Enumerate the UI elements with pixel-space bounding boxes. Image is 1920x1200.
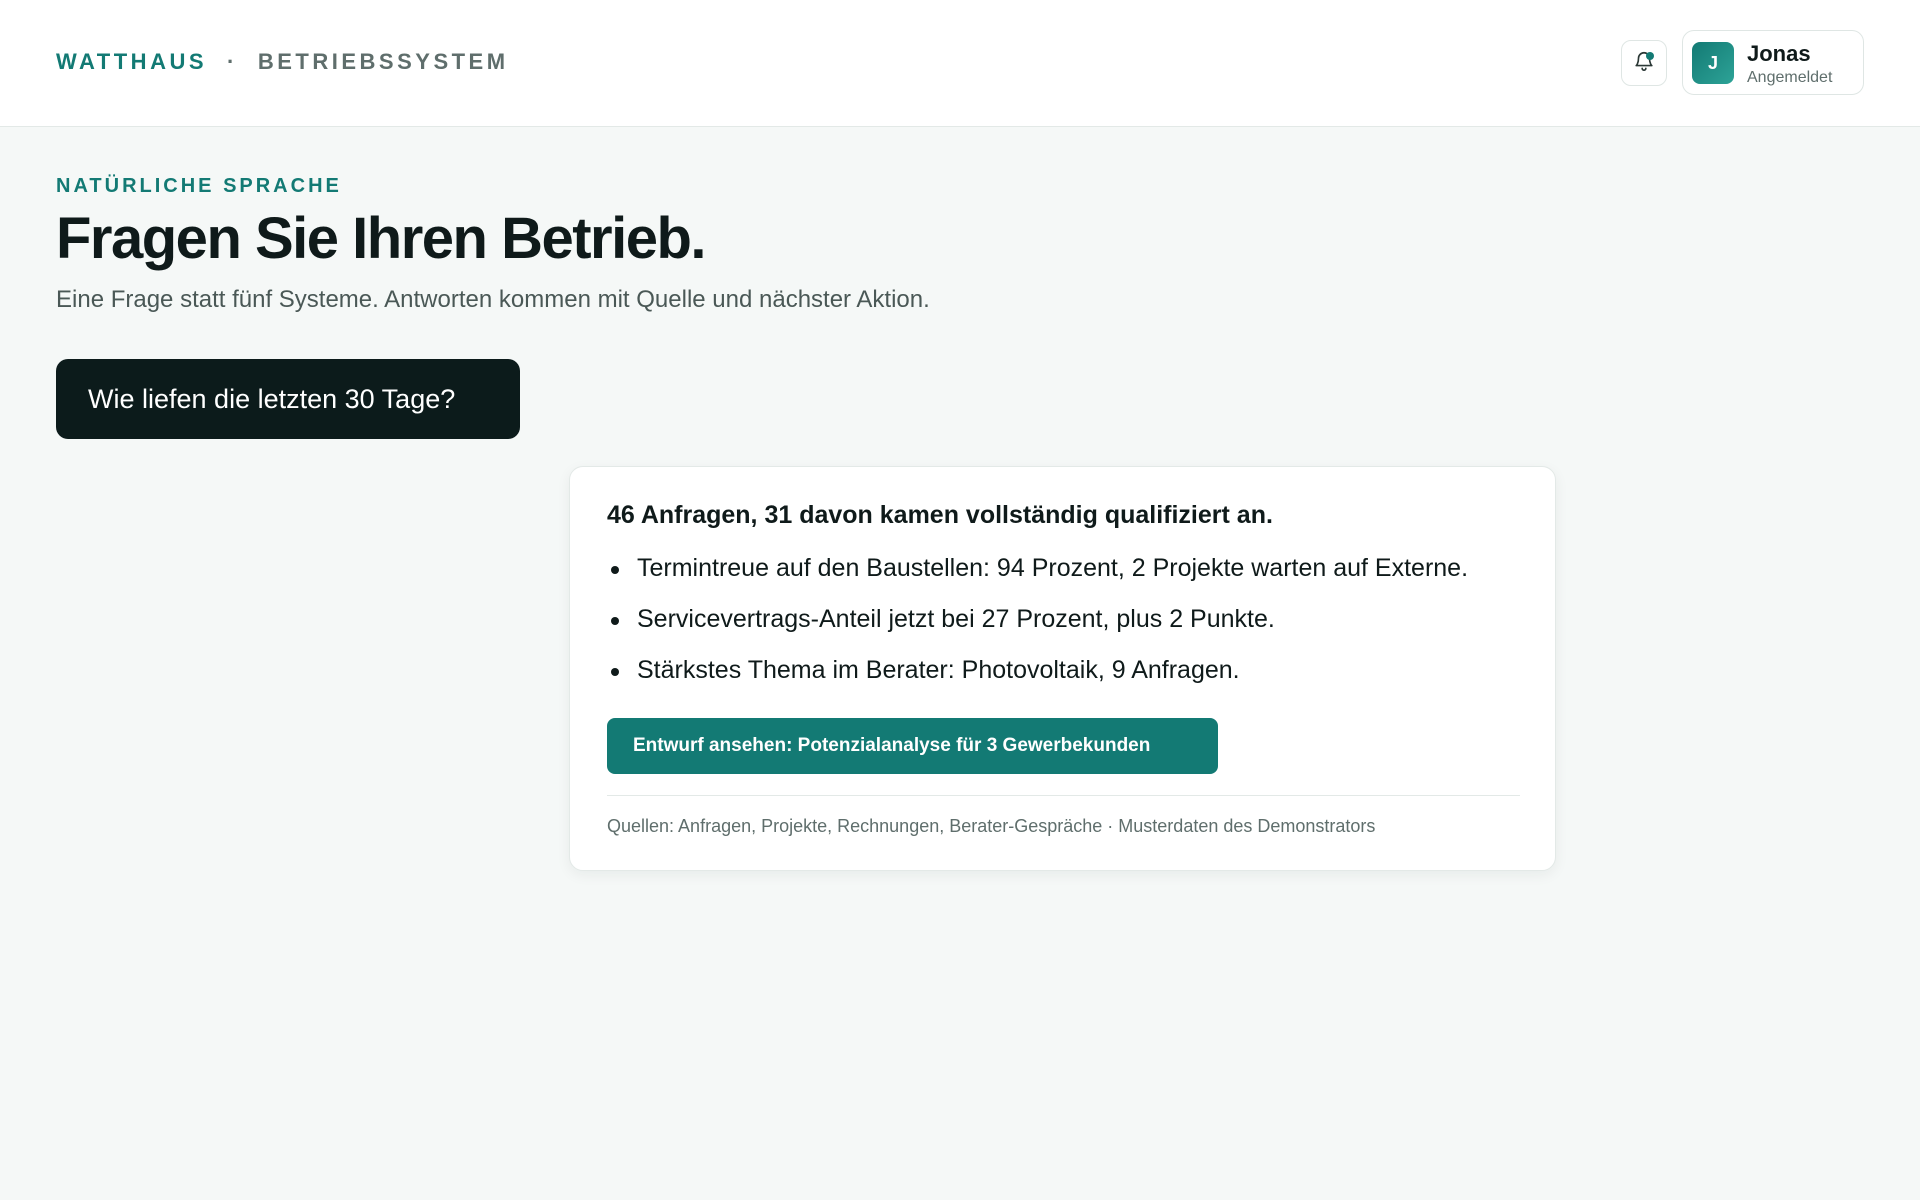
page-subtitle: Eine Frage statt fünf Systeme. Antworten… xyxy=(56,286,930,313)
notification-indicator xyxy=(1646,52,1654,60)
list-item: Stärkstes Thema im Berater: Photovoltaik… xyxy=(607,656,1468,707)
list-item: Termintreue auf den Baustellen: 94 Proze… xyxy=(607,554,1468,605)
brand-system-label: BETRIEBSSYSTEM xyxy=(257,49,509,74)
user-menu[interactable]: J Jonas Angemeldet xyxy=(1682,30,1864,95)
avatar: J xyxy=(1692,42,1734,84)
notifications-button[interactable] xyxy=(1621,40,1667,86)
user-status: Angemeldet xyxy=(1747,69,1833,86)
brand[interactable]: WATTHAUS · BETRIEBSSYSTEM xyxy=(56,49,509,75)
user-name: Jonas xyxy=(1747,41,1811,66)
page-title: Fragen Sie Ihren Betrieb. xyxy=(56,206,707,271)
answer-card: 46 Anfragen, 31 davon kamen vollständig … xyxy=(569,466,1556,871)
divider xyxy=(607,795,1520,796)
bullet-text: Termintreue auf den Baustellen: 94 Proze… xyxy=(637,554,1469,582)
answer-bullets: Termintreue auf den Baustellen: 94 Proze… xyxy=(607,554,1468,707)
sources-note: Quellen: Anfragen, Projekte, Rechnungen,… xyxy=(607,816,1376,836)
bullet-icon xyxy=(611,617,619,625)
top-bar: WATTHAUS · BETRIEBSSYSTEM J Jonas Angeme… xyxy=(0,0,1920,127)
bullet-text: Servicevertrags-Anteil jetzt bei 27 Proz… xyxy=(637,605,1275,633)
section-eyebrow: NATÜRLICHE SPRACHE xyxy=(56,175,342,197)
brand-name: WATTHAUS xyxy=(56,49,208,74)
view-draft-button[interactable]: Entwurf ansehen: Potenzialanalyse für 3 … xyxy=(607,718,1218,774)
bullet-text: Stärkstes Thema im Berater: Photovoltaik… xyxy=(637,656,1240,684)
bullet-icon xyxy=(611,668,619,676)
question-chip[interactable]: Wie liefen die letzten 30 Tage? xyxy=(56,359,520,439)
bullet-icon xyxy=(611,566,619,574)
list-item: Servicevertrags-Anteil jetzt bei 27 Proz… xyxy=(607,605,1468,656)
answer-title: 46 Anfragen, 31 davon kamen vollständig … xyxy=(607,501,1273,529)
brand-separator: · xyxy=(227,49,238,74)
